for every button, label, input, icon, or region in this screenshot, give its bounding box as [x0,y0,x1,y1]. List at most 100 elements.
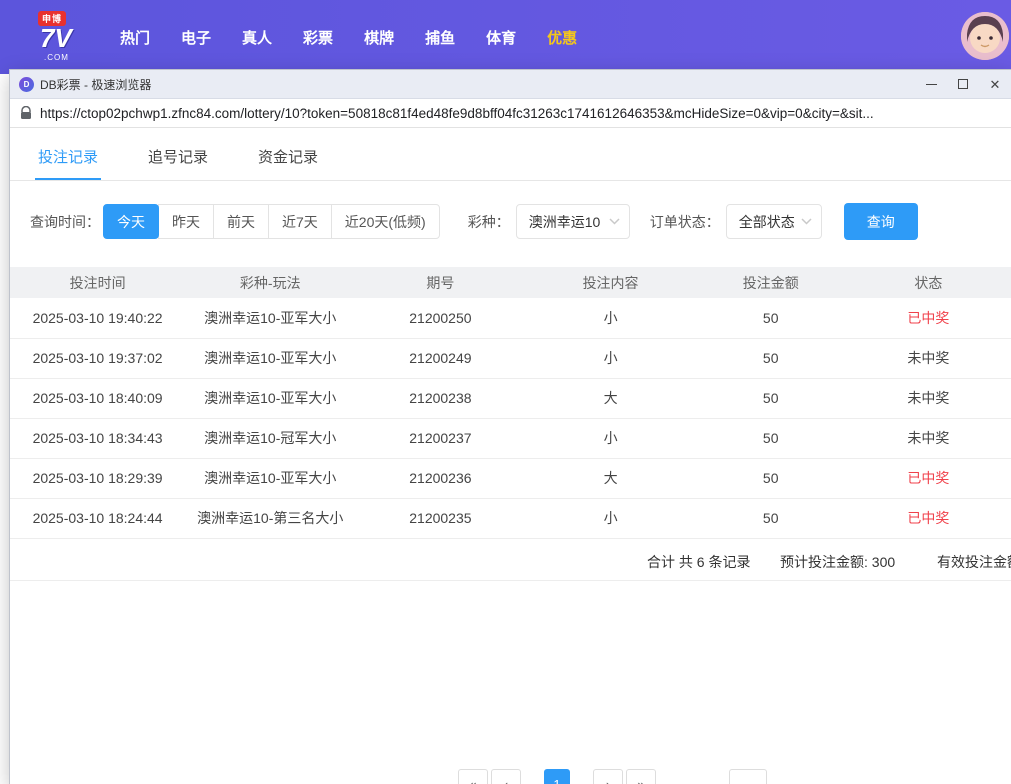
cell-amount: 50 [696,498,846,538]
lock-icon [20,106,32,120]
pagination-next-button[interactable]: › [593,769,623,784]
window-title: DB彩票 - 极速浏览器 [40,76,151,93]
nav-item-slots[interactable]: 电子 [181,27,211,48]
cell-bet-time: 2025-03-10 18:29:39 [10,458,185,498]
nav-menu: 热门 电子 真人 彩票 棋牌 捕鱼 体育 优惠 [120,27,577,48]
chevron-down-icon [801,218,812,225]
col-header-amount: 投注金额 [696,267,846,298]
cell-amount: 50 [696,298,846,338]
tab-bet-records[interactable]: 投注记录 [35,128,101,180]
cell-content: 小 [525,298,695,338]
page-content: 投注记录 追号记录 资金记录 查询时间： 今天 昨天 前天 近7天 近20天(低… [10,128,1011,784]
cell-issue: 21200249 [355,338,525,378]
cell-bet-time: 2025-03-10 18:24:44 [10,498,185,538]
nav-item-cards[interactable]: 棋牌 [364,27,394,48]
tab-fund-records[interactable]: 资金记录 [255,128,321,180]
bet-records-table: 投注时间 彩种-玩法 期号 投注内容 投注金额 状态 2025-03-10 19… [10,267,1011,539]
cell-bet-time: 2025-03-10 18:40:09 [10,378,185,418]
cell-content: 小 [525,338,695,378]
browser-url-bar[interactable]: https://ctop02pchwp1.zfnc84.com/lottery/… [10,99,1011,128]
search-button[interactable]: 查询 [844,203,918,240]
cell-game: 澳洲幸运10-亚军大小 [185,298,355,338]
pagination-jump-input[interactable] [729,769,767,784]
record-tabs: 投注记录 追号记录 资金记录 [10,128,1011,181]
cell-amount: 50 [696,458,846,498]
lottery-select[interactable]: 澳洲幸运10 [516,204,630,239]
cell-content: 小 [525,418,695,458]
table-row: 2025-03-10 18:24:44 澳洲幸运10-第三名大小 2120023… [10,498,1011,538]
cell-amount: 50 [696,338,846,378]
table-row: 2025-03-10 18:40:09 澳洲幸运10-亚军大小 21200238… [10,378,1011,418]
cell-amount: 50 [696,378,846,418]
pagination-bar: « ‹ 1 › » [458,769,767,784]
cell-bet-time: 2025-03-10 19:37:02 [10,338,185,378]
status-badge: 未中奖 [846,338,1011,378]
col-header-content: 投注内容 [525,267,695,298]
summary-valid-amount: 有效投注金额 [937,552,1011,572]
window-titlebar[interactable]: D DB彩票 - 极速浏览器 ✕ [10,70,1011,99]
cell-content: 大 [525,378,695,418]
cell-game: 澳洲幸运10-亚军大小 [185,458,355,498]
time-option-day-before[interactable]: 前天 [213,204,269,239]
table-header-row: 投注时间 彩种-玩法 期号 投注内容 投注金额 状态 [10,267,1011,298]
time-option-yesterday[interactable]: 昨天 [158,204,214,239]
close-icon: ✕ [990,78,1001,91]
table-row: 2025-03-10 19:37:02 澳洲幸运10-亚军大小 21200249… [10,338,1011,378]
status-badge: 已中奖 [846,498,1011,538]
table-row: 2025-03-10 18:29:39 澳洲幸运10-亚军大小 21200236… [10,458,1011,498]
status-badge: 未中奖 [846,418,1011,458]
pagination-last-button[interactable]: » [626,769,656,784]
cell-game: 澳洲幸运10-亚军大小 [185,378,355,418]
cell-bet-time: 2025-03-10 18:34:43 [10,418,185,458]
cell-game: 澳洲幸运10-第三名大小 [185,498,355,538]
table-summary-row: 合计 共 6 条记录 预计投注金额: 300 有效投注金额 [10,539,1011,581]
window-controls: ✕ [915,70,1011,98]
summary-expected-amount: 预计投注金额: 300 [780,552,895,572]
col-header-issue: 期号 [355,267,525,298]
cell-content: 小 [525,498,695,538]
site-top-nav: 申博 7V .COM 热门 电子 真人 彩票 棋牌 捕鱼 体育 优惠 [0,0,1011,74]
maximize-icon [958,79,968,89]
logo-name: 7V [40,23,72,54]
cell-issue: 21200236 [355,458,525,498]
nav-item-lottery[interactable]: 彩票 [303,27,333,48]
url-text[interactable]: https://ctop02pchwp1.zfnc84.com/lottery/… [40,106,874,121]
cell-issue: 21200237 [355,418,525,458]
tab-chase-records[interactable]: 追号记录 [145,128,211,180]
col-header-status: 状态 [846,267,1011,298]
avatar-image [961,12,1009,60]
nav-item-live[interactable]: 真人 [242,27,272,48]
nav-item-sports[interactable]: 体育 [486,27,516,48]
pagination-first-button[interactable]: « [458,769,488,784]
cell-issue: 21200235 [355,498,525,538]
close-button[interactable]: ✕ [979,70,1011,98]
chevron-down-icon [609,218,620,225]
browser-favicon-icon: D [19,77,34,92]
pagination-page-1[interactable]: 1 [544,769,570,784]
order-status-select[interactable]: 全部状态 [726,204,822,239]
col-header-bet-time: 投注时间 [10,267,185,298]
status-filter-label: 订单状态： [650,212,720,232]
time-filter-group: 今天 昨天 前天 近7天 近20天(低频) [104,204,440,239]
nav-item-fishing[interactable]: 捕鱼 [425,27,455,48]
user-avatar[interactable] [961,12,1009,60]
time-option-7days[interactable]: 近7天 [268,204,332,239]
lottery-filter-label: 彩种： [468,212,510,232]
time-option-20days[interactable]: 近20天(低频) [331,204,440,239]
pagination-prev-button[interactable]: ‹ [491,769,521,784]
cell-content: 大 [525,458,695,498]
cell-game: 澳洲幸运10-亚军大小 [185,338,355,378]
lottery-select-value: 澳洲幸运10 [529,212,601,232]
maximize-button[interactable] [947,70,979,98]
cell-issue: 21200238 [355,378,525,418]
cell-game: 澳洲幸运10-冠军大小 [185,418,355,458]
order-status-value: 全部状态 [739,212,795,232]
time-option-today[interactable]: 今天 [103,204,159,239]
cell-amount: 50 [696,418,846,458]
nav-item-hot[interactable]: 热门 [120,27,150,48]
site-logo[interactable]: 申博 7V .COM [38,9,98,65]
time-filter-label: 查询时间： [30,212,100,232]
minimize-button[interactable] [915,70,947,98]
summary-record-count: 合计 共 6 条记录 [647,552,750,572]
nav-item-promo[interactable]: 优惠 [547,27,577,48]
